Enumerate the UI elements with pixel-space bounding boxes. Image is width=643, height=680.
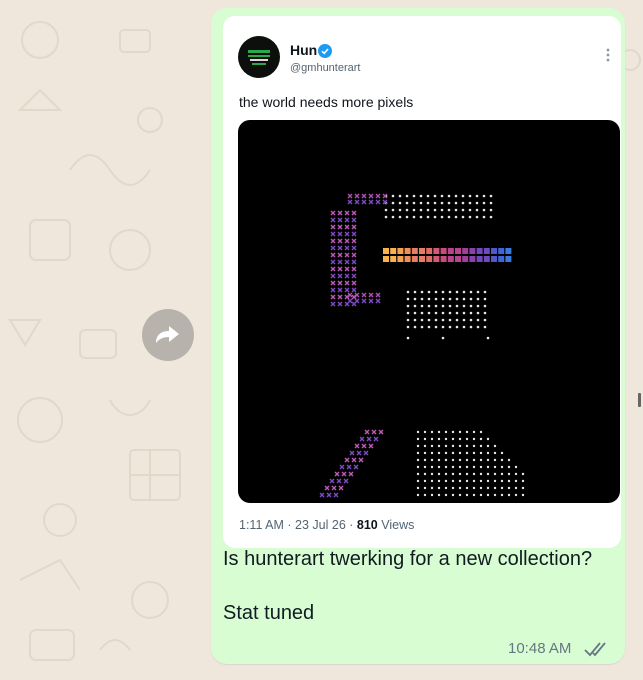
forward-button[interactable] — [142, 309, 194, 361]
tweet-text: the world needs more pixels — [239, 94, 414, 110]
tweet-card[interactable]: Hun @gmhunterart the world needs more pi… — [223, 16, 621, 548]
message-bubble[interactable]: Hun @gmhunterart the world needs more pi… — [211, 8, 625, 664]
message-text: Is hunterart twerking for a new collecti… — [223, 548, 593, 624]
message-time: 10:48 AM — [508, 640, 572, 657]
double-check-icon — [584, 642, 606, 657]
author-name[interactable]: Hun — [290, 42, 317, 58]
verified-badge-icon — [318, 44, 332, 58]
pixel-art-image — [319, 193, 525, 498]
author-handle[interactable]: @gmhunterart — [290, 62, 360, 74]
views-count: 810 — [356, 518, 378, 532]
tweet-timestamp: 1:11 AM · 23 Jul 26 · — [239, 518, 357, 532]
more-options-icon[interactable] — [606, 48, 610, 62]
forward-icon — [156, 326, 179, 343]
views-label: Views — [377, 518, 415, 532]
scroll-marker — [638, 393, 641, 407]
tweet-media-image[interactable] — [238, 120, 620, 503]
avatar[interactable] — [238, 36, 280, 78]
tweet-meta: 1:11 AM · 23 Jul 26 · 810 Views — [239, 518, 414, 532]
